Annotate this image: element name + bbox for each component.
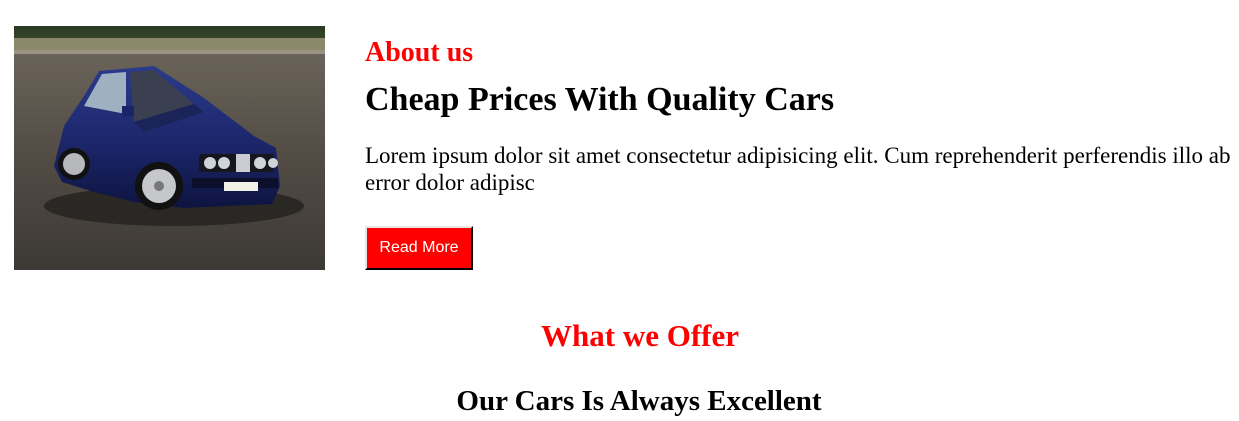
car-illustration (14, 26, 325, 270)
about-section: About us Cheap Prices With Quality Cars … (0, 0, 1239, 290)
about-eyebrow: About us (365, 37, 474, 68)
car-image (14, 26, 325, 270)
offer-subtitle: Our Cars Is Always Excellent (456, 385, 822, 417)
offer-title: What we Offer (541, 318, 739, 353)
read-more-button[interactable]: Read More (365, 226, 473, 270)
about-content: About us Cheap Prices With Quality Cars … (365, 34, 1239, 270)
about-description: Lorem ipsum dolor sit amet consectetur a… (365, 143, 1231, 195)
about-headline: Cheap Prices With Quality Cars (365, 81, 835, 118)
